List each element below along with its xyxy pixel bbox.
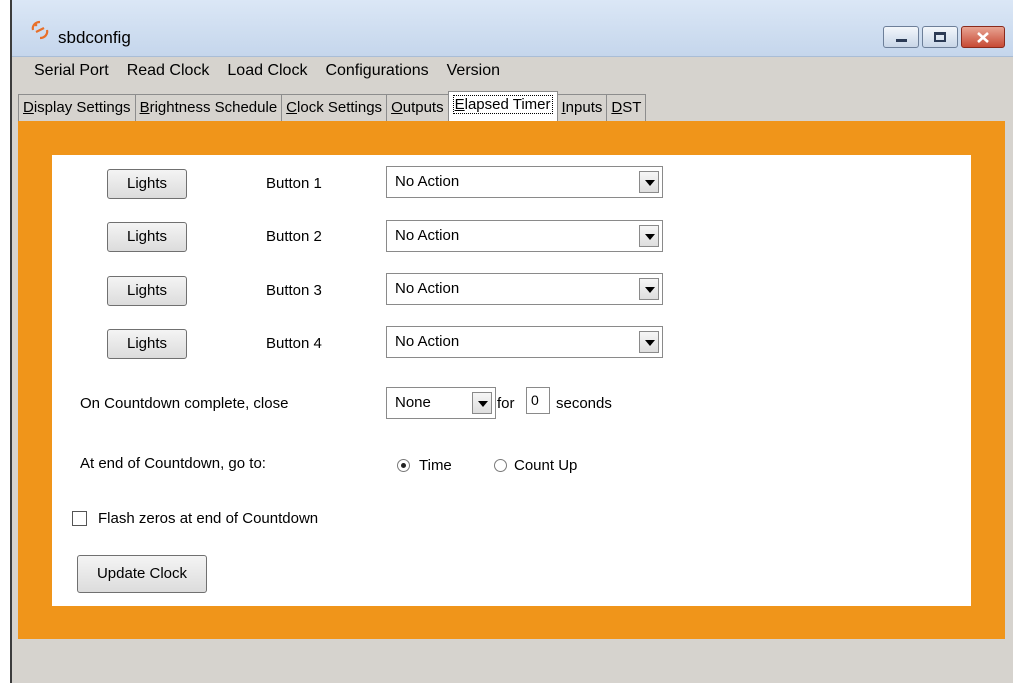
button-4-label: Button 4 — [266, 335, 322, 352]
elapsed-timer-panel: Lights Button 1 No Action Lights Button … — [52, 155, 971, 606]
close-button[interactable] — [961, 26, 1005, 48]
chevron-down-icon[interactable] — [639, 331, 659, 353]
seconds-label: seconds — [556, 395, 612, 412]
status-strip — [12, 639, 1013, 683]
lights-button-4[interactable]: Lights — [107, 329, 187, 359]
tab-dst[interactable]: DST — [606, 94, 647, 121]
tab-display-settings[interactable]: Display Settings — [18, 94, 136, 121]
chevron-down-icon[interactable] — [639, 171, 659, 193]
tab-clock-settings[interactable]: Clock Settings — [281, 94, 388, 121]
countdown-goto-label: At end of Countdown, go to: — [80, 455, 266, 472]
minimize-button[interactable] — [883, 26, 919, 48]
countdown-close-label: On Countdown complete, close — [80, 395, 289, 412]
maximize-icon — [934, 32, 946, 42]
button-1-action-select[interactable]: No Action — [386, 166, 663, 198]
countdown-close-select[interactable]: None — [386, 387, 496, 419]
window-title: sbdconfig — [58, 28, 131, 47]
minimize-icon — [896, 39, 907, 42]
radio-time-label: Time — [419, 457, 452, 474]
close-icon — [977, 32, 989, 43]
radio-count-up[interactable] — [494, 459, 507, 472]
menu-configurations[interactable]: Configurations — [316, 57, 437, 85]
chevron-down-icon[interactable] — [639, 225, 659, 247]
lights-button-3[interactable]: Lights — [107, 276, 187, 306]
tab-inputs[interactable]: Inputs — [556, 94, 608, 121]
button-2-label: Button 2 — [266, 228, 322, 245]
menu-bar: Serial Port Read Clock Load Clock Config… — [12, 57, 1013, 85]
flash-zeros-checkbox[interactable] — [72, 511, 87, 526]
chevron-down-icon[interactable] — [639, 278, 659, 300]
button-3-label: Button 3 — [266, 282, 322, 299]
chevron-down-icon[interactable] — [472, 392, 492, 414]
radio-time[interactable] — [397, 459, 410, 472]
menu-serial-port[interactable]: Serial Port — [12, 57, 118, 85]
maximize-button[interactable] — [922, 26, 958, 48]
update-clock-button[interactable]: Update Clock — [77, 555, 207, 593]
for-label: for — [497, 395, 515, 412]
menu-version[interactable]: Version — [438, 57, 509, 85]
menu-read-clock[interactable]: Read Clock — [118, 57, 219, 85]
tab-brightness-schedule[interactable]: Brightness Schedule — [134, 94, 283, 121]
tab-elapsed-timer[interactable]: Elapsed Timer — [447, 91, 558, 121]
flash-zeros-label: Flash zeros at end of Countdown — [98, 510, 319, 527]
radio-count-up-label: Count Up — [514, 457, 578, 474]
button-3-action-select[interactable]: No Action — [386, 273, 663, 305]
tab-outputs[interactable]: Outputs — [386, 94, 449, 121]
seconds-input[interactable]: 0 — [526, 387, 550, 414]
app-logo-icon — [31, 20, 49, 40]
button-4-action-select[interactable]: No Action — [386, 326, 663, 358]
button-2-action-select[interactable]: No Action — [386, 220, 663, 252]
button-1-label: Button 1 — [266, 175, 322, 192]
tab-strip: Display Settings Brightness Schedule Clo… — [18, 91, 647, 121]
lights-button-2[interactable]: Lights — [107, 222, 187, 252]
lights-button-1[interactable]: Lights — [107, 169, 187, 199]
title-bar: sbdconfig — [12, 0, 1013, 57]
menu-load-clock[interactable]: Load Clock — [218, 57, 316, 85]
